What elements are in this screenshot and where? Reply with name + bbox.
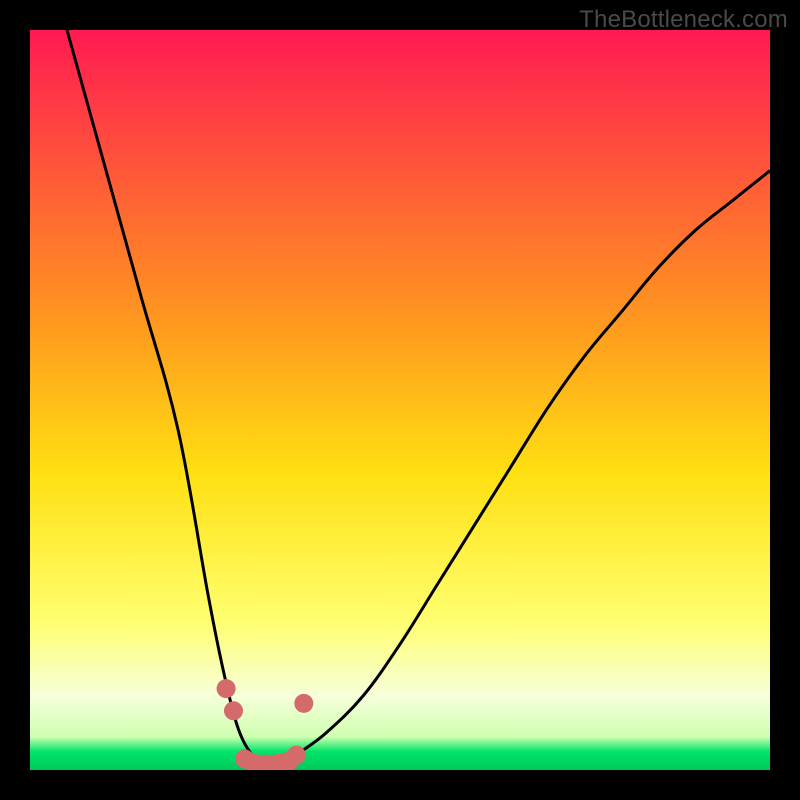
marker-dot — [217, 679, 236, 698]
marker-group — [217, 679, 314, 770]
marker-dot — [287, 746, 306, 765]
bottleneck-curve — [67, 30, 770, 770]
marker-dot — [224, 701, 243, 720]
watermark-text: TheBottleneck.com — [579, 6, 788, 34]
plot-area — [30, 30, 770, 770]
chart-frame: TheBottleneck.com — [0, 0, 800, 800]
curve-layer — [30, 30, 770, 770]
marker-dot — [294, 694, 313, 713]
